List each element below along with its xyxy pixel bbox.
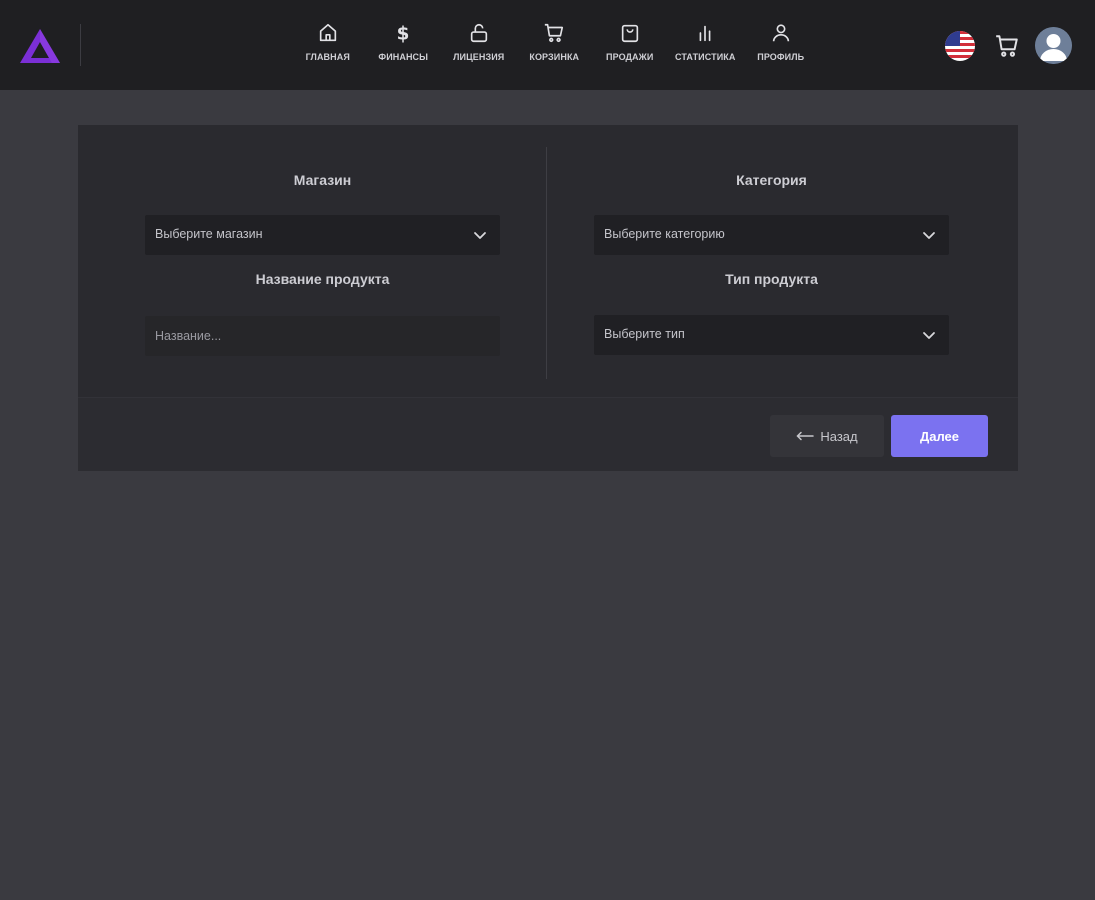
language-flag-icon[interactable]: [945, 31, 975, 61]
nav-item-statistics[interactable]: СТАТИСТИКА: [668, 20, 744, 70]
chevron-down-icon: [923, 232, 935, 239]
dollar-icon: $: [397, 23, 410, 44]
nav-item-cart[interactable]: КОРЗИНКА: [517, 20, 593, 70]
product-type-select[interactable]: Выберите тип: [594, 315, 949, 355]
avatar[interactable]: [1035, 27, 1072, 64]
chevron-down-icon: [923, 332, 935, 339]
home-icon: [319, 23, 336, 42]
nav-item-profile[interactable]: ПРОФИЛЬ: [743, 20, 819, 70]
nav-item-license[interactable]: ЛИЦЕНЗИЯ: [441, 20, 517, 70]
avatar-icon: [1035, 27, 1072, 64]
store-label: Магазин: [293, 172, 352, 188]
nav-label: СТАТИСТИКА: [675, 52, 736, 62]
store-select-value: Выберите магазин: [155, 227, 263, 241]
category-label: Категория: [736, 172, 807, 188]
shopping-bag-icon: [621, 24, 638, 43]
nav-label: ГЛАВНАЯ: [305, 52, 350, 62]
product-form-card: Магазин Выберите магазин Название продук…: [78, 125, 1018, 471]
main-nav: ГЛАВНАЯ $ ФИНАНСЫ ЛИЦЕНЗИЯ КОРЗИНКА ПРОД…: [290, 20, 819, 70]
nav-label: ПРОДАЖИ: [606, 52, 654, 62]
back-button[interactable]: Назад: [770, 415, 884, 457]
next-button-label: Далее: [919, 428, 960, 444]
nav-label: ФИНАНСЫ: [378, 52, 429, 62]
nav-label: ПРОФИЛЬ: [757, 52, 805, 62]
nav-item-sales[interactable]: ПРОДАЖИ: [592, 20, 668, 70]
nav-item-home[interactable]: ГЛАВНАЯ: [290, 20, 366, 70]
logo-divider: [80, 24, 81, 66]
nav-label: ЛИЦЕНЗИЯ: [453, 52, 505, 62]
lock-icon: [470, 23, 487, 43]
column-divider: [546, 147, 547, 379]
bar-chart-icon: [699, 25, 711, 42]
product-name-input[interactable]: [145, 316, 500, 356]
category-select-value: Выберите категорию: [604, 227, 725, 241]
top-navigation-bar: ГЛАВНАЯ $ ФИНАНСЫ ЛИЦЕНЗИЯ КОРЗИНКА ПРОД…: [0, 0, 1095, 90]
chevron-down-icon: [474, 232, 486, 239]
svg-text:$: $: [397, 23, 410, 44]
nav-item-finance[interactable]: $ ФИНАНСЫ: [366, 20, 442, 70]
store-select[interactable]: Выберите магазин: [145, 215, 500, 255]
product-type-select-value: Выберите тип: [604, 327, 685, 341]
next-button[interactable]: Далее: [891, 415, 988, 457]
back-button-label: Назад: [820, 428, 858, 444]
logo-icon[interactable]: [18, 26, 62, 66]
product-type-label: Тип продукта: [725, 271, 818, 287]
product-name-label: Название продукта: [255, 271, 390, 287]
header-cart-icon[interactable]: [994, 33, 1020, 59]
category-select[interactable]: Выберите категорию: [594, 215, 949, 255]
cart-icon: [545, 23, 564, 43]
nav-label: КОРЗИНКА: [529, 52, 580, 62]
arrow-left-icon: [796, 431, 815, 441]
form-body: Магазин Выберите магазин Название продук…: [78, 125, 1018, 397]
user-icon: [772, 24, 789, 42]
form-footer: Назад Далее: [78, 397, 1018, 471]
